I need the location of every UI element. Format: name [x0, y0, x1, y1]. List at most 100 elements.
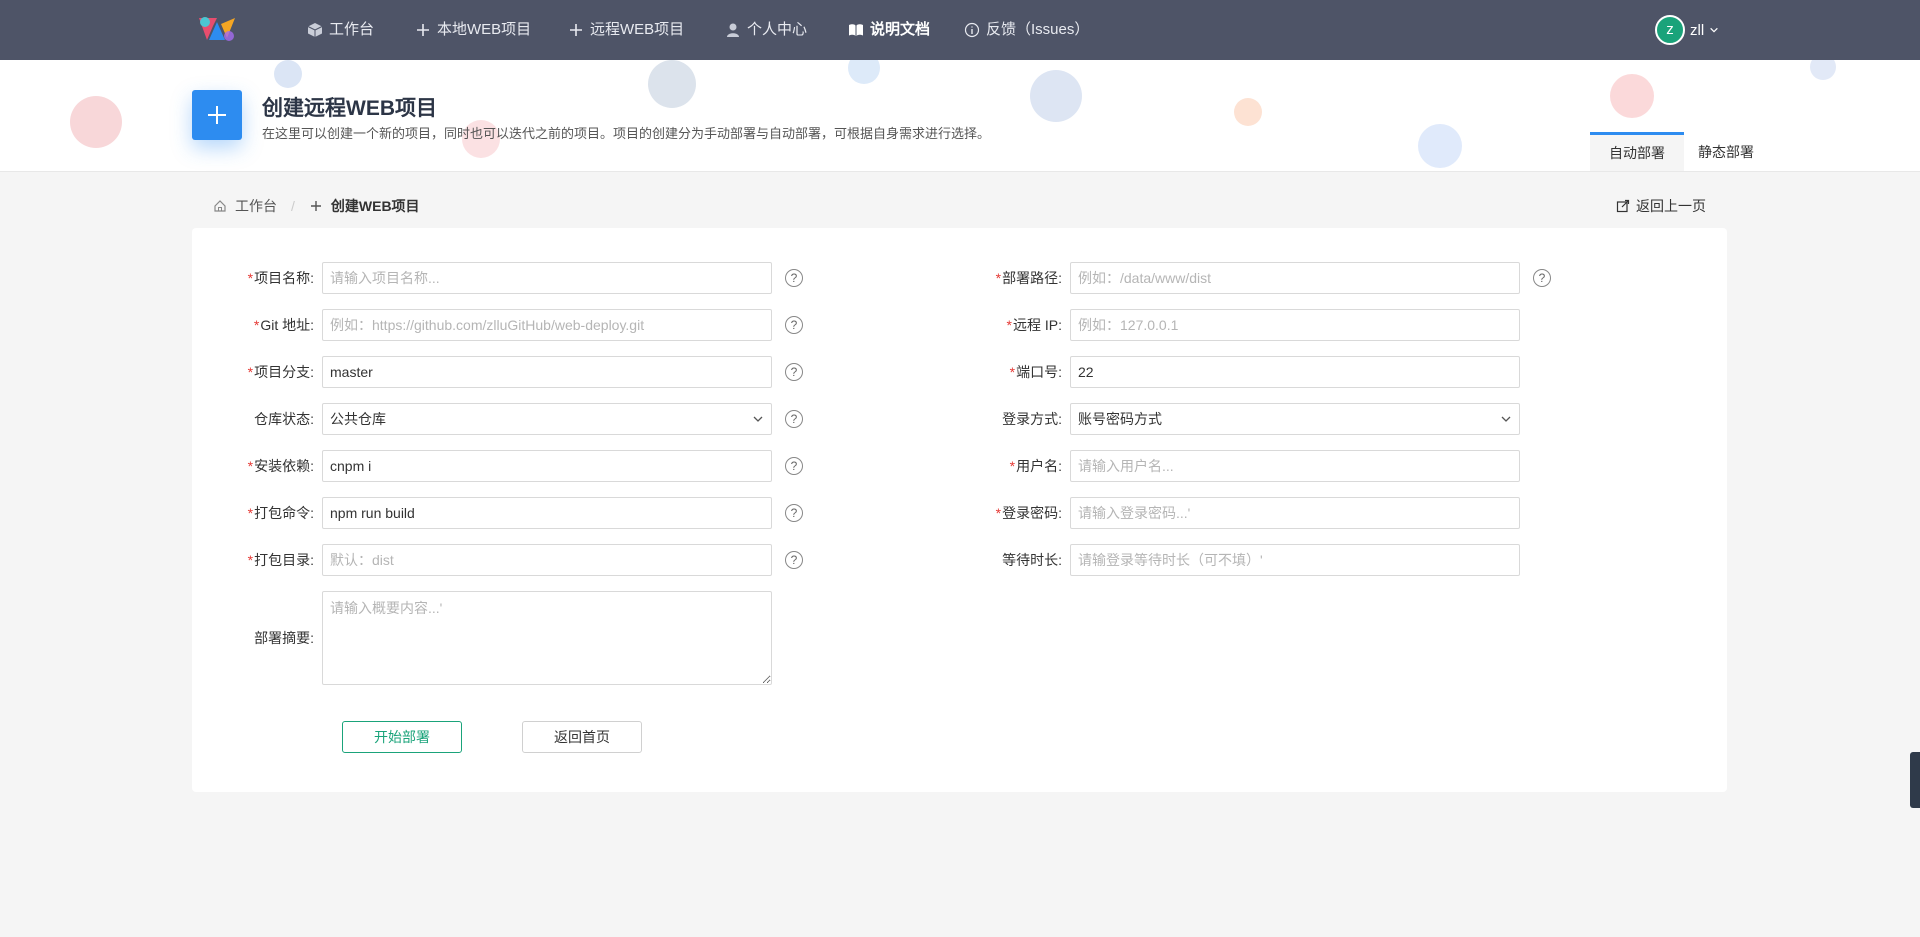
decor-bubble [1418, 124, 1462, 168]
decor-bubble [1810, 60, 1836, 80]
field-row-summary: 部署摘要: [207, 591, 772, 685]
summary-textarea[interactable] [322, 591, 772, 685]
start-deploy-button[interactable]: 开始部署 [342, 721, 462, 753]
side-toolbar-handle[interactable] [1910, 752, 1920, 808]
nav-remote-web-label: 远程WEB项目 [590, 21, 685, 38]
port-input[interactable] [1070, 356, 1520, 388]
field-row-login-method: 登录方式: 账号密码方式 [955, 403, 1520, 435]
install-label: *安装依赖: [247, 458, 314, 474]
nav-local-web[interactable]: 本地WEB项目 [415, 0, 531, 60]
back-button-label[interactable]: 返回上一页 [1636, 196, 1706, 216]
branch-input[interactable] [322, 356, 772, 388]
nav-local-web-label: 本地WEB项目 [437, 21, 532, 38]
repo-status-value: 公共仓库 [330, 411, 386, 427]
book-icon [849, 24, 863, 36]
login-method-label: 登录方式: [1002, 411, 1062, 427]
help-icon[interactable]: ? [785, 269, 803, 287]
build-dir-label: *打包目录: [247, 552, 314, 568]
remote-ip-label: *远程 IP: [1006, 317, 1062, 333]
nav-feedback[interactable]: 反馈（Issues） [964, 0, 1089, 60]
field-row-git-url: *Git 地址: ? [207, 309, 803, 341]
repo-status-label: 仓库状态: [254, 411, 314, 427]
nav-remote-web[interactable]: 远程WEB项目 [568, 0, 684, 60]
cube-icon [307, 23, 323, 37]
username-label: *用户名: [1009, 458, 1062, 474]
info-icon [964, 22, 980, 38]
top-nav: 工作台 本地WEB项目 远程WEB项目 个人中心 说明文档 反馈（Issues）… [0, 0, 1920, 60]
logo[interactable] [195, 14, 239, 46]
chevron-down-icon [1710, 27, 1718, 33]
field-row-password: *登录密码: [955, 497, 1520, 529]
remote-ip-input[interactable] [1070, 309, 1520, 341]
avatar[interactable]: z [1655, 15, 1685, 45]
plus-icon [570, 24, 582, 36]
breadcrumb-separator: / [291, 198, 295, 214]
help-icon[interactable]: ? [1533, 269, 1551, 287]
nav-feedback-label: 反馈（Issues） [986, 21, 1090, 38]
build-cmd-input[interactable] [322, 497, 772, 529]
wait-time-input[interactable] [1070, 544, 1520, 576]
username-input[interactable] [1070, 450, 1520, 482]
help-icon[interactable]: ? [785, 551, 803, 569]
field-row-install: *安装依赖: ? [207, 450, 803, 482]
field-row-username: *用户名: [955, 450, 1520, 482]
login-method-value: 账号密码方式 [1078, 411, 1162, 427]
help-icon[interactable]: ? [785, 457, 803, 475]
deploy-path-input[interactable] [1070, 262, 1520, 294]
build-dir-input[interactable] [322, 544, 772, 576]
field-row-port: *端口号: [955, 356, 1520, 388]
help-icon[interactable]: ? [785, 316, 803, 334]
help-icon[interactable]: ? [785, 504, 803, 522]
form-card: *项目名称: ? *Git 地址: ? *项目分支: ? 仓库状态: 公共仓库 … [192, 228, 1727, 792]
password-input[interactable] [1070, 497, 1520, 529]
user-name[interactable]: zll [1690, 22, 1704, 39]
branch-label: *项目分支: [247, 364, 314, 380]
user-icon [727, 23, 739, 37]
breadcrumb-home[interactable]: 工作台 [235, 196, 277, 216]
git-url-label: *Git 地址: [253, 317, 314, 333]
deploy-path-label: *部署路径: [995, 270, 1062, 286]
nav-workbench-label: 工作台 [329, 21, 375, 38]
plus-icon [417, 24, 429, 36]
decor-bubble [1030, 70, 1082, 122]
user-menu[interactable]: z zll [1655, 15, 1719, 45]
back-home-button[interactable]: 返回首页 [522, 721, 642, 753]
install-input[interactable] [322, 450, 772, 482]
chevron-down-icon [753, 416, 763, 422]
field-row-project-name: *项目名称: ? [207, 262, 803, 294]
nav-workbench[interactable]: 工作台 [307, 0, 374, 60]
breadcrumb-current: 创建WEB项目 [330, 198, 420, 214]
tab-auto-deploy[interactable]: 自动部署 [1590, 132, 1684, 171]
project-name-label: *项目名称: [247, 270, 314, 286]
field-row-build-cmd: *打包命令: ? [207, 497, 803, 529]
plus-icon [310, 201, 321, 211]
field-row-wait-time: 等待时长: [955, 544, 1520, 576]
tab-static-deploy[interactable]: 静态部署 [1679, 132, 1773, 171]
page-header: 创建远程WEB项目 在这里可以创建一个新的项目，同时也可以迭代之前的项目。项目的… [0, 60, 1920, 172]
summary-label: 部署摘要: [254, 630, 314, 646]
field-row-repo-status: 仓库状态: 公共仓库 ? [207, 403, 803, 435]
breadcrumb: 工作台 / 创建WEB项目 [213, 196, 420, 216]
login-method-select[interactable]: 账号密码方式 [1070, 403, 1520, 435]
port-label: *端口号: [1009, 364, 1062, 380]
page-title: 创建远程WEB项目 [262, 97, 437, 120]
decor-bubble [70, 96, 122, 148]
help-icon[interactable]: ? [785, 363, 803, 381]
chevron-down-icon [1501, 416, 1511, 422]
back-button[interactable]: 返回上一页 [1616, 196, 1706, 216]
decor-bubble [648, 60, 696, 108]
decor-bubble [1234, 98, 1262, 126]
field-row-remote-ip: *远程 IP: [955, 309, 1520, 341]
project-name-input[interactable] [322, 262, 772, 294]
repo-status-select[interactable]: 公共仓库 [322, 403, 772, 435]
nav-docs[interactable]: 说明文档 [848, 0, 930, 60]
home-icon [214, 200, 226, 212]
share-icon [1616, 199, 1630, 213]
decor-bubble [848, 60, 880, 84]
help-icon[interactable]: ? [785, 410, 803, 428]
build-cmd-label: *打包命令: [247, 505, 314, 521]
wait-time-label: 等待时长: [1002, 552, 1062, 568]
git-url-input[interactable] [322, 309, 772, 341]
decor-bubble [1610, 74, 1654, 118]
nav-profile[interactable]: 个人中心 [725, 0, 807, 60]
